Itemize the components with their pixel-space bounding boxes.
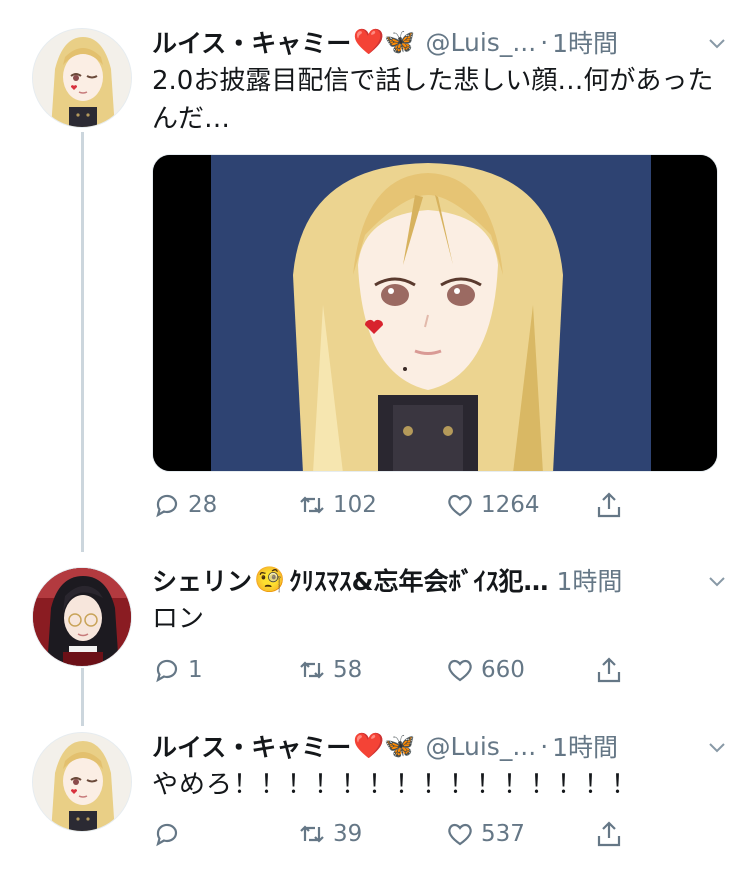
- heart-icon: [448, 494, 472, 517]
- name-emoji: 🧐: [254, 565, 286, 594]
- tweet-actions: 39 537: [152, 814, 632, 854]
- avatar[interactable]: [32, 567, 132, 667]
- avatar[interactable]: [32, 28, 132, 128]
- username-handle[interactable]: @Luis_...: [426, 732, 537, 761]
- timestamp[interactable]: 1時間: [552, 728, 618, 764]
- separator-dot: ·: [540, 731, 549, 761]
- tweet[interactable]: ルイス・キャミー ❤️🦋 @Luis_... · 1時間 2.0お披露目配信で話…: [0, 0, 750, 540]
- share-icon: [597, 657, 621, 683]
- blonde-character-avatar-image: [33, 29, 131, 127]
- heart-icon: [448, 823, 472, 846]
- dark-haired-character-avatar-image: [33, 568, 131, 666]
- share-button[interactable]: [594, 485, 624, 525]
- username-handle[interactable]: @Luis_...: [426, 28, 537, 57]
- like-button[interactable]: 660: [445, 650, 525, 690]
- name-emoji: ❤️🦋: [353, 731, 416, 760]
- like-count: 1264: [481, 492, 540, 518]
- heart-icon: [448, 659, 472, 682]
- reply-count: 28: [188, 492, 218, 518]
- retweet-count: 102: [333, 492, 377, 518]
- tweet-text: 2.0お披露目配信で話した悲しい顔…何があったんだ…: [152, 66, 714, 134]
- like-count: 537: [481, 821, 525, 847]
- tweet-actions: 1 58 660: [152, 650, 632, 690]
- like-button[interactable]: 537: [445, 814, 525, 854]
- tweet-header: ルイス・キャミー ❤️🦋 @Luis_... · 1時間: [152, 728, 730, 764]
- like-count: 660: [481, 657, 525, 683]
- retweet-button[interactable]: 58: [297, 650, 362, 690]
- display-name[interactable]: ルイス・キャミー: [152, 728, 351, 764]
- reply-count: 1: [188, 657, 203, 683]
- reply-button[interactable]: [152, 814, 188, 854]
- share-icon: [597, 821, 621, 847]
- display-name[interactable]: ルイス・キャミー: [152, 24, 351, 60]
- tweet[interactable]: シェリン 🧐 ｸﾘｽﾏｽ&忘年会ﾎﾞｲｽ犯… 1時間 ロン 1 58 660: [0, 540, 750, 710]
- reply-icon: [156, 659, 178, 683]
- tweet-header: シェリン 🧐 ｸﾘｽﾏｽ&忘年会ﾎﾞｲｽ犯… 1時間: [152, 562, 730, 598]
- display-name[interactable]: シェリン: [152, 562, 252, 598]
- tweet-text: ロン: [152, 604, 205, 634]
- character-portrait-image: [153, 155, 717, 471]
- display-name-suffix[interactable]: ｸﾘｽﾏｽ&忘年会ﾎﾞｲｽ犯…: [289, 562, 548, 598]
- tweet[interactable]: ルイス・キャミー ❤️🦋 @Luis_... · 1時間 やめろ！！！！！！！！…: [0, 710, 750, 873]
- retweet-button[interactable]: 39: [297, 814, 362, 854]
- share-button[interactable]: [594, 650, 624, 690]
- tweet-actions: 28 102 1264: [152, 485, 632, 525]
- reply-button[interactable]: 1: [152, 650, 203, 690]
- tweet-header: ルイス・キャミー ❤️🦋 @Luis_... · 1時間: [152, 24, 730, 60]
- separator-dot: ·: [540, 27, 549, 57]
- timestamp[interactable]: 1時間: [556, 562, 622, 598]
- reply-icon: [156, 823, 178, 847]
- reply-button[interactable]: 28: [152, 485, 217, 525]
- retweet-icon: [300, 496, 324, 514]
- chevron-down-icon[interactable]: [706, 32, 728, 54]
- chevron-down-icon[interactable]: [706, 570, 728, 592]
- reply-icon: [156, 494, 178, 518]
- retweet-icon: [300, 661, 324, 679]
- tweet-text: やめろ！！！！！！！！！！！！！！！: [152, 770, 639, 800]
- chevron-down-icon[interactable]: [706, 736, 728, 758]
- retweet-button[interactable]: 102: [297, 485, 377, 525]
- timestamp[interactable]: 1時間: [552, 24, 618, 60]
- retweet-count: 58: [333, 657, 363, 683]
- share-icon: [597, 492, 621, 518]
- retweet-icon: [300, 825, 324, 843]
- blonde-character-avatar-image: [33, 733, 131, 831]
- tweet-media[interactable]: [152, 154, 718, 472]
- retweet-count: 39: [333, 821, 363, 847]
- avatar[interactable]: [32, 732, 132, 832]
- share-button[interactable]: [594, 814, 624, 854]
- like-button[interactable]: 1264: [445, 485, 540, 525]
- name-emoji: ❤️🦋: [353, 27, 416, 56]
